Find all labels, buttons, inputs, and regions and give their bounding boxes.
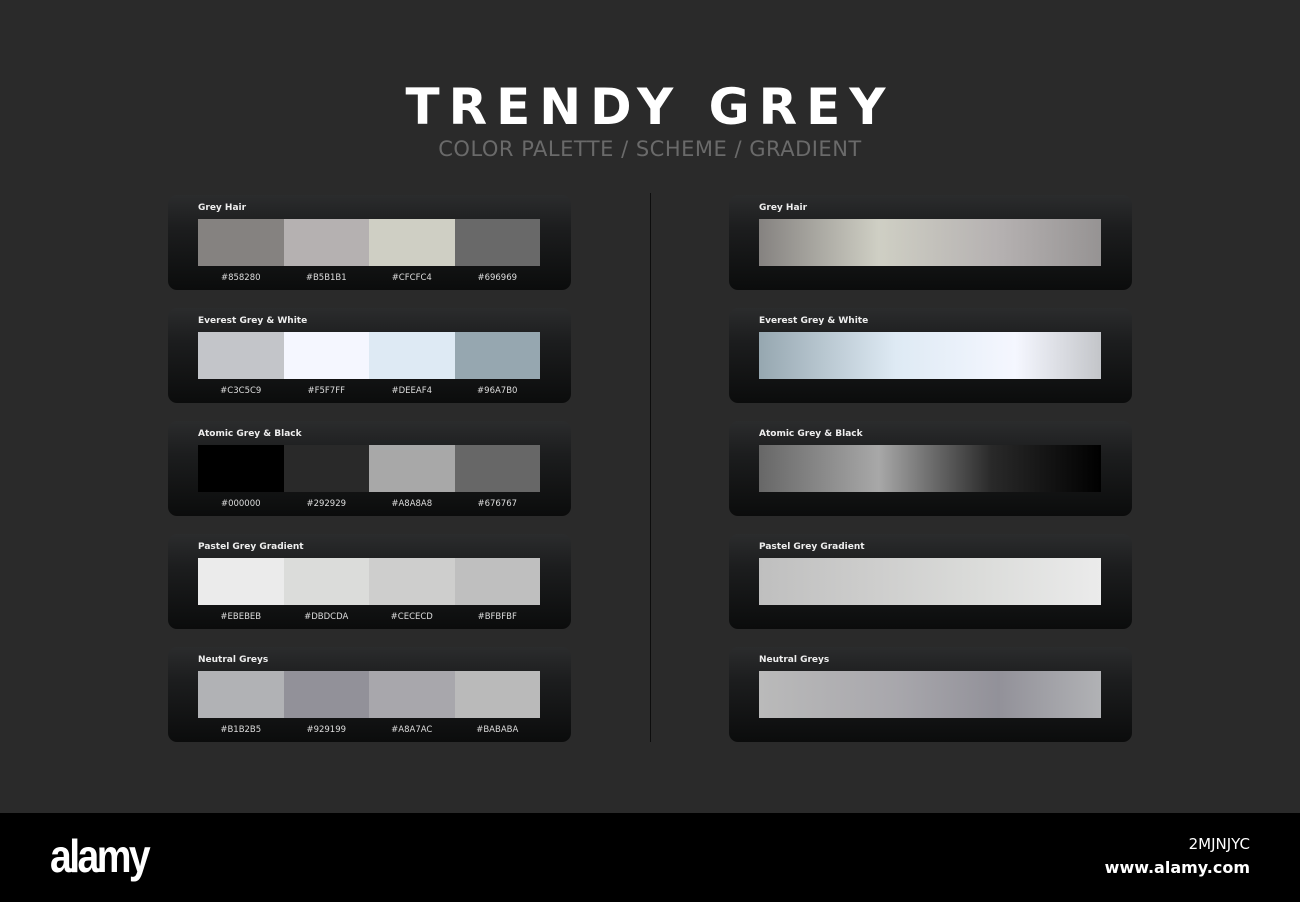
footer-bar: alamy 2MJNJYC www.alamy.com [0, 813, 1300, 902]
palette-name: Neutral Greys [198, 655, 269, 665]
gradient-bar [759, 445, 1101, 492]
hex-code: #CFCFC4 [391, 273, 432, 283]
color-swatch: #000000 [198, 445, 284, 509]
color-swatch: #DBDCDA [283, 558, 369, 622]
color-swatch: #F5F7FF [283, 332, 369, 396]
hex-code: #96A7B0 [477, 386, 518, 396]
hex-code: #000000 [220, 499, 261, 509]
gradient-card: Atomic Grey & Black [729, 421, 1132, 516]
gradient-name: Atomic Grey & Black [759, 429, 863, 439]
hex-code: #C3C5C9 [220, 386, 262, 396]
page-subtitle: COLOR PALETTE / SCHEME / GRADIENT [438, 137, 862, 161]
color-swatch: #A8A8A8 [369, 445, 455, 509]
palette-card: Everest Grey & White #C3C5C9 #F5F7FF #DEEAF… [168, 308, 571, 403]
swatch-row: #C3C5C9 #F5F7FF #DEEAF4 #96A7B0 [198, 332, 540, 396]
gradient-card: Pastel Grey Gradient [729, 534, 1132, 629]
color-swatch: #96A7B0 [454, 332, 540, 396]
hex-code: #A8A7AC [391, 725, 433, 735]
gradient-card: Grey Hair [729, 195, 1132, 290]
color-swatch: #BFBFBF [454, 558, 540, 622]
gradient-name: Pastel Grey Gradient [759, 542, 865, 552]
gradient-bar [759, 219, 1101, 266]
gradient-name: Grey Hair [759, 203, 808, 213]
color-swatch: #858280 [198, 219, 284, 283]
color-swatch: #B5B1B1 [283, 219, 369, 283]
palette-card: Neutral Greys #B1B2B5 #929199 #A8A7AC #BABAB… [168, 647, 571, 742]
image-id: 2MJNJYC [1188, 835, 1250, 853]
color-swatch: #B1B2B5 [198, 671, 284, 735]
palette-card: Pastel Grey Gradient #EBEBEB #DBDCDA #CECEC… [168, 534, 571, 629]
swatch-row: #B1B2B5 #929199 #A8A7AC #BABABA [198, 671, 540, 735]
hex-code: #DEEAF4 [391, 386, 433, 396]
color-swatch: #CFCFC4 [369, 219, 455, 283]
hex-code: #696969 [477, 273, 518, 283]
hex-code: #DBDCDA [304, 612, 349, 622]
hex-code: #EBEBEB [220, 612, 262, 622]
palette-name: Everest Grey & White [198, 316, 308, 326]
swatch-row: #000000 #292929 #A8A8A8 #676767 [198, 445, 540, 509]
hex-code: #676767 [477, 499, 518, 509]
color-swatch: #A8A7AC [369, 671, 455, 735]
gradient-name: Neutral Greys [759, 655, 830, 665]
palette-name: Pastel Grey Gradient [198, 542, 304, 552]
hex-code: #BFBFBF [477, 612, 517, 622]
color-swatch: #696969 [454, 219, 540, 283]
gradient-bar [759, 558, 1101, 605]
alamy-logo: alamy [50, 830, 151, 882]
color-swatch: #DEEAF4 [369, 332, 455, 396]
divider [650, 193, 651, 742]
hex-code: #BABABA [476, 725, 519, 735]
color-swatch: #292929 [283, 445, 369, 509]
hex-code: #B5B1B1 [305, 273, 347, 283]
swatch-row: #EBEBEB #DBDCDA #CECECD #BFBFBF [198, 558, 540, 622]
hex-code: #A8A8A8 [391, 499, 433, 509]
palette-card: Atomic Grey & Black #000000 #292929 #A8A8A8… [168, 421, 571, 516]
hex-code: #F5F7FF [307, 386, 346, 396]
color-swatch: #CECECD [369, 558, 455, 622]
color-swatch: #C3C5C9 [198, 332, 284, 396]
palette-name: Grey Hair [198, 203, 247, 213]
hex-code: #B1B2B5 [220, 725, 262, 735]
color-swatch: #EBEBEB [198, 558, 284, 622]
color-swatch: #676767 [454, 445, 540, 509]
gradient-name: Everest Grey & White [759, 316, 869, 326]
gradient-bar [759, 671, 1101, 718]
color-swatch: #929199 [283, 671, 369, 735]
color-swatch: #BABABA [454, 671, 540, 735]
gradient-bar [759, 332, 1101, 379]
site-url: www.alamy.com [1104, 858, 1250, 877]
gradient-card: Neutral Greys [729, 647, 1132, 742]
hex-code: #292929 [306, 499, 347, 509]
palette-name: Atomic Grey & Black [198, 429, 302, 439]
hex-code: #858280 [220, 273, 261, 283]
gradient-card: Everest Grey & White [729, 308, 1132, 403]
swatch-row: #858280 #B5B1B1 #CFCFC4 #696969 [198, 219, 540, 283]
page-title: TRENDY GREY [405, 78, 895, 136]
palette-card: Grey Hair #858280 #B5B1B1 #CFCFC4 #696969 [168, 195, 571, 290]
hex-code: #CECECD [390, 612, 433, 622]
hex-code: #929199 [306, 725, 347, 735]
